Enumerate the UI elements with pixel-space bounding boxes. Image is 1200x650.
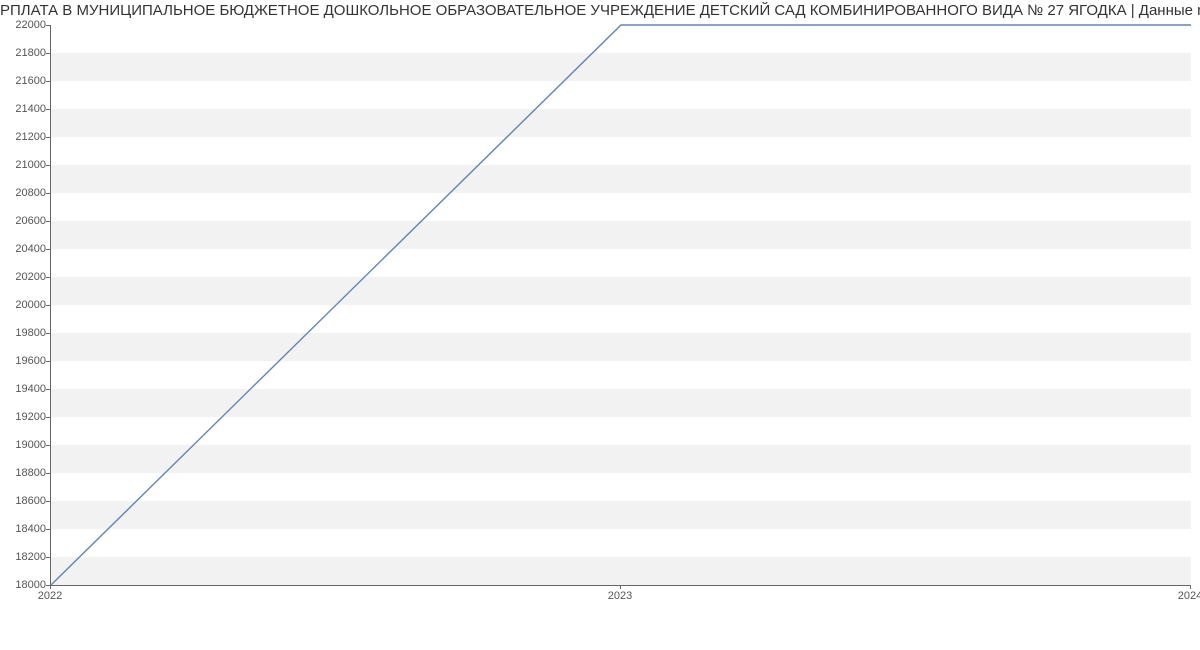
y-tick-mark xyxy=(46,109,50,110)
y-tick-label: 18200 xyxy=(2,551,46,563)
y-tick-label: 20000 xyxy=(2,299,46,311)
y-tick-mark xyxy=(46,473,50,474)
y-tick-label: 20600 xyxy=(2,215,46,227)
y-tick-mark xyxy=(46,25,50,26)
y-tick-label: 21200 xyxy=(2,131,46,143)
y-tick-label: 20200 xyxy=(2,271,46,283)
y-tick-mark xyxy=(46,277,50,278)
line-series xyxy=(51,25,1191,585)
y-tick-mark xyxy=(46,305,50,306)
y-tick-label: 19800 xyxy=(2,327,46,339)
y-tick-label: 21600 xyxy=(2,75,46,87)
x-tick-label: 2023 xyxy=(608,590,632,602)
y-tick-mark xyxy=(46,361,50,362)
x-tick-label: 2022 xyxy=(38,590,62,602)
y-tick-label: 18400 xyxy=(2,523,46,535)
y-tick-label: 21400 xyxy=(2,103,46,115)
y-tick-label: 22000 xyxy=(2,19,46,31)
x-tick-mark xyxy=(50,585,51,589)
y-tick-mark xyxy=(46,417,50,418)
y-tick-label: 19000 xyxy=(2,439,46,451)
y-tick-mark xyxy=(46,53,50,54)
x-tick-mark xyxy=(1190,585,1191,589)
y-tick-label: 19400 xyxy=(2,383,46,395)
y-tick-label: 21000 xyxy=(2,159,46,171)
y-tick-mark xyxy=(46,333,50,334)
x-tick-mark xyxy=(620,585,621,589)
y-tick-mark xyxy=(46,557,50,558)
y-tick-mark xyxy=(46,445,50,446)
y-tick-label: 20800 xyxy=(2,187,46,199)
plot-area xyxy=(50,25,1191,586)
y-tick-mark xyxy=(46,501,50,502)
y-tick-mark xyxy=(46,221,50,222)
y-tick-label: 19200 xyxy=(2,411,46,423)
y-tick-mark xyxy=(46,529,50,530)
y-tick-mark xyxy=(46,137,50,138)
x-tick-label: 2024 xyxy=(1178,590,1200,602)
y-tick-mark xyxy=(46,389,50,390)
chart-title: РПЛАТА В МУНИЦИПАЛЬНОЕ БЮДЖЕТНОЕ ДОШКОЛЬ… xyxy=(0,2,1200,19)
y-tick-mark xyxy=(46,193,50,194)
y-tick-label: 18800 xyxy=(2,467,46,479)
y-tick-label: 20400 xyxy=(2,243,46,255)
y-tick-label: 18600 xyxy=(2,495,46,507)
y-tick-label: 21800 xyxy=(2,47,46,59)
y-tick-label: 19600 xyxy=(2,355,46,367)
y-tick-mark xyxy=(46,81,50,82)
y-tick-mark xyxy=(46,165,50,166)
y-tick-mark xyxy=(46,249,50,250)
